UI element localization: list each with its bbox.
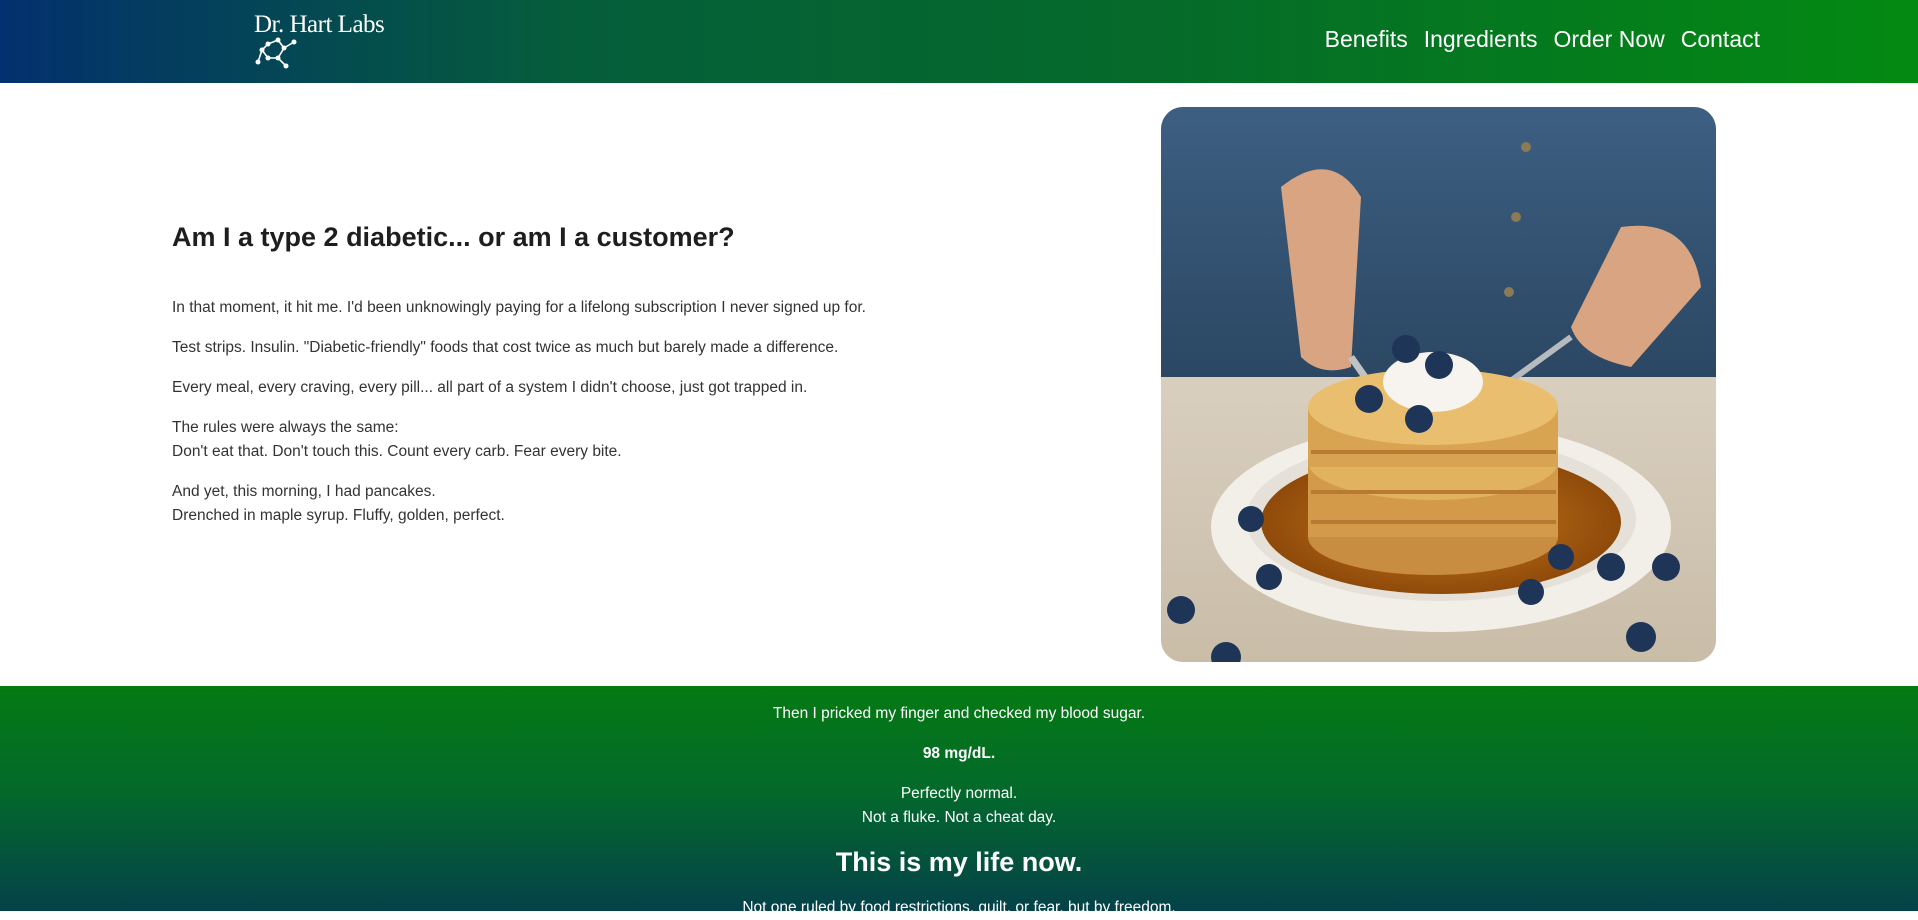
story-paragraph-4: The rules were always the same: Don't ea… <box>172 416 952 464</box>
molecule-icon <box>255 37 297 69</box>
hero-story: Am I a type 2 diabetic... or am I a cust… <box>172 218 952 544</box>
blood-sugar-reading: 98 mg/dL. <box>922 745 996 762</box>
freedom-line: Not one ruled by food restrictions, guil… <box>742 899 1176 916</box>
finger-prick-line: Then I pricked my finger and checked my … <box>772 705 1146 722</box>
story-paragraph-3: Every meal, every craving, every pill...… <box>172 379 808 396</box>
result-band: Then I pricked my finger and checked my … <box>0 686 1918 916</box>
main-nav: Benefits Ingredients Order Now Contact <box>1325 26 1760 53</box>
story-paragraph-2: Test strips. Insulin. "Diabetic-friendly… <box>172 339 839 356</box>
syrup-line: Drenched in maple syrup. Fluffy, golden,… <box>172 507 505 524</box>
band-headline: This is my life now. <box>835 847 1083 877</box>
pancakes-line: And yet, this morning, I had pancakes. <box>172 483 436 500</box>
story-paragraph-5: And yet, this morning, I had pancakes. D… <box>172 480 952 528</box>
perfectly-normal-line: Perfectly normal. <box>900 785 1018 802</box>
nav-benefits[interactable]: Benefits <box>1325 26 1408 53</box>
nav-ingredients[interactable]: Ingredients <box>1424 26 1538 53</box>
pancakes-photo <box>1161 107 1716 662</box>
story-paragraph-1: In that moment, it hit me. I'd been unkn… <box>172 299 866 316</box>
site-header: Dr. Hart Labs Benefits Ingredients Order… <box>0 0 1918 83</box>
rules-intro: The rules were always the same: <box>172 419 399 436</box>
hero-title: Am I a type 2 diabetic... or am I a cust… <box>172 222 735 252</box>
rules-list: Don't eat that. Don't touch this. Count … <box>172 443 622 460</box>
pancakes-illustration <box>1161 107 1716 662</box>
nav-contact[interactable]: Contact <box>1681 26 1760 53</box>
nav-order-now[interactable]: Order Now <box>1554 26 1665 53</box>
brand-logo[interactable]: Dr. Hart Labs <box>254 12 385 69</box>
not-a-fluke-line: Not a fluke. Not a cheat day. <box>861 809 1057 826</box>
